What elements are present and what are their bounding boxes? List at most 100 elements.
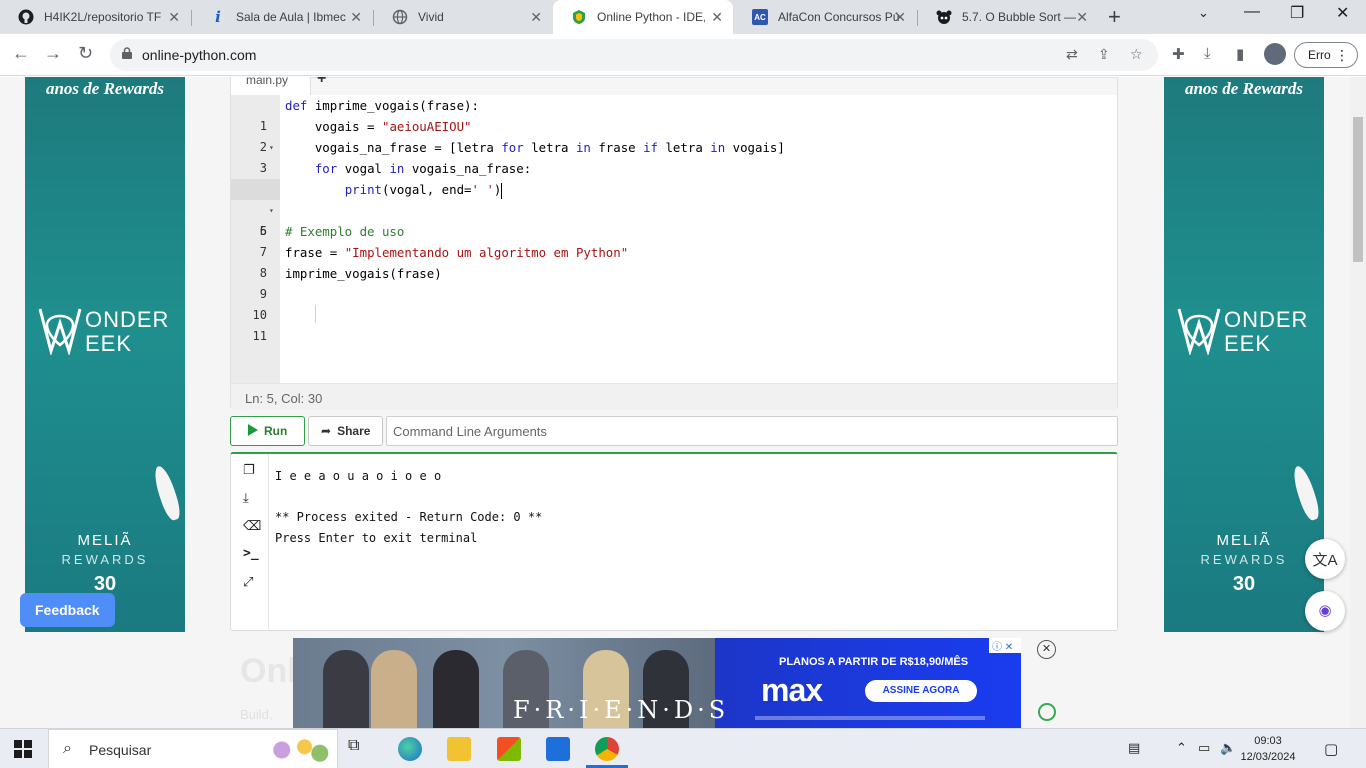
close-ad-icon[interactable]: ✕ [1037, 640, 1056, 659]
close-tab-icon[interactable]: ✕ [168, 9, 180, 26]
panda-icon [936, 9, 952, 25]
ad-person [323, 650, 369, 728]
profile-avatar[interactable] [1264, 43, 1286, 65]
translate-icon[interactable]: ⇄ [1066, 46, 1078, 63]
code-text: vogais_na_frase = [letra [285, 140, 502, 155]
side-panel-icon[interactable]: ▮ [1236, 45, 1244, 63]
task-view-icon[interactable]: ⧉ [348, 737, 372, 761]
boat-image [150, 463, 184, 523]
ad-person [371, 650, 417, 728]
close-tab-icon[interactable]: ✕ [894, 9, 906, 26]
network-icon[interactable]: ▭ [1198, 740, 1210, 756]
taskbar-search-box[interactable]: ⌕ Pesquisar [48, 729, 338, 768]
active-line-highlight [231, 179, 280, 200]
code-keyword: in [575, 140, 591, 155]
info-icon: i [215, 8, 221, 26]
clock-date: 12/03/2024 [1240, 751, 1296, 763]
expand-icon[interactable]: ⤢ [243, 574, 253, 590]
download-icon[interactable]: ⤓ [1204, 45, 1211, 62]
terminal-icon[interactable]: >_ [243, 546, 259, 561]
line-number: 7 [259, 245, 267, 259]
code-string: ' ' [471, 182, 494, 197]
reload-button[interactable]: ↻ [78, 43, 93, 64]
code-text: frase [590, 140, 644, 155]
code-line: 10 [253, 284, 1117, 322]
subscribe-button[interactable]: ASSINE AGORA [865, 680, 977, 702]
file-explorer-icon[interactable] [447, 737, 471, 761]
close-window-button[interactable]: ✕ [1336, 3, 1349, 23]
browser-tab-ibmec[interactable]: i Sala de Aula | Ibmec ✕ [192, 0, 372, 34]
chrome-icon[interactable] [595, 737, 619, 761]
volume-icon[interactable]: 🔈 [1220, 740, 1236, 756]
tab-search-icon[interactable]: ⌄ [1198, 5, 1209, 21]
ad-melia-text: MELIÃ [1216, 532, 1272, 549]
code-string: "aeiouAEIOU" [381, 119, 472, 134]
page-scrollbar[interactable] [1350, 77, 1366, 728]
ad-choices-icon[interactable]: ⓘ ✕ [989, 638, 1021, 653]
new-tab-button[interactable]: + [1108, 4, 1121, 30]
close-tab-icon[interactable]: ✕ [1076, 9, 1088, 26]
command-line-arguments-input[interactable]: Command Line Arguments [386, 416, 1118, 446]
code-text: imprime_vogais(frase): [307, 98, 479, 113]
browser-tab-github[interactable]: H4IK2L/repositorio TF ✕ [0, 0, 190, 34]
close-tab-icon[interactable]: ✕ [350, 9, 362, 26]
profile-error-button[interactable]: Erro ⋮ [1294, 42, 1358, 68]
translate-widget-icon[interactable]: 文A [1305, 539, 1345, 579]
scrollbar-thumb[interactable] [1353, 117, 1363, 262]
ad-years-badge: 30 [1232, 573, 1256, 595]
close-tab-icon[interactable]: ✕ [711, 9, 723, 26]
code-line: 3 vogais_na_frase = [letra for letra in … [260, 137, 1117, 175]
extensions-icon[interactable]: ✚ [1172, 45, 1185, 63]
close-tab-icon[interactable]: ✕ [530, 9, 542, 26]
maximize-button[interactable]: ❐ [1290, 3, 1304, 23]
show-hidden-icons[interactable]: ⌃ [1176, 740, 1187, 756]
side-ad-right[interactable]: anos de Rewards ONDER EEK MELIÃ REWARDS … [1164, 77, 1324, 632]
mail-icon[interactable] [546, 737, 570, 761]
fold-arrow-icon[interactable]: ▾ [269, 137, 274, 158]
bottom-banner-ad[interactable]: F·R·I·E·N·D·S PLANOS A PARTIR DE R$18,90… [293, 638, 1021, 728]
notifications-icon[interactable]: ▢ [1324, 740, 1338, 758]
browser-tab-alfacon[interactable]: AC AlfaCon Concursos Pú ✕ [734, 0, 916, 34]
code-keyword: def [285, 98, 308, 113]
code-text: frase = [285, 245, 345, 260]
ad-price-text: PLANOS A PARTIR DE R$18,90/MÊS [779, 656, 969, 668]
code-comment: # Exemplo de uso [285, 224, 405, 239]
store-icon[interactable] [497, 737, 521, 761]
fold-arrow-icon[interactable]: ▾ [269, 200, 274, 221]
bookmark-star-icon[interactable]: ☆ [1130, 46, 1143, 63]
address-bar[interactable]: online-python.com ⇄ ⇪ ☆ [110, 39, 1158, 71]
share-button[interactable]: ➦ Share [308, 416, 383, 446]
output-terminal[interactable]: ❐ ⤓ ⌫ >_ ⤢ I e e a o u a o i o e o ** Pro… [230, 452, 1118, 631]
browser-tab-vivid[interactable]: Vivid ✕ [374, 0, 552, 34]
text-cursor [501, 182, 503, 199]
back-button[interactable]: ← [12, 43, 30, 64]
taskbar-clock[interactable]: 09:03 12/03/2024 [1238, 733, 1298, 765]
download-output-icon[interactable]: ⤓ [243, 490, 249, 506]
code-line: 6 [260, 200, 1117, 238]
run-button[interactable]: Run [230, 416, 305, 446]
code-keyword: in [710, 140, 726, 155]
edge-icon[interactable] [398, 737, 422, 761]
assistant-widget-icon[interactable]: ◉ [1305, 591, 1345, 631]
feedback-button[interactable]: Feedback [20, 593, 115, 627]
wonder-week-logo: ONDER EEK [1176, 305, 1316, 357]
code-text-area[interactable]: 1 ▾ def imprime_vogais(frase): 2 vogais … [231, 95, 1117, 383]
eraser-icon[interactable]: ⌫ [243, 518, 261, 534]
code-line: 4 ▾ for vogal in vogais_na_frase: [260, 158, 1117, 215]
copy-icon[interactable]: ❐ [243, 462, 255, 478]
boat-image [1289, 463, 1323, 523]
side-ad-left[interactable]: anos de Rewards ONDER EEK MELIÃ REWARDS … [25, 77, 185, 632]
file-tab-main[interactable]: main.py [231, 77, 311, 95]
ad-rewards-text: anos de Rewards [45, 79, 165, 98]
tablet-mode-icon[interactable]: ▤ [1128, 740, 1140, 756]
minimize-button[interactable]: — [1244, 3, 1260, 21]
terminal-line: Press Enter to exit terminal [275, 530, 478, 545]
code-string: "Implementando um algoritmo em Python" [344, 245, 629, 260]
share-page-icon[interactable]: ⇪ [1098, 46, 1110, 63]
windows-taskbar: ⌕ Pesquisar ⧉ ▤ ⌃ ▭ 🔈 09:03 12/03/2024 ▢ [0, 728, 1366, 768]
windows-start-icon[interactable] [14, 740, 32, 758]
browser-tab-bubble-sort[interactable]: 5.7. O Bubble Sort — ✕ [918, 0, 1098, 34]
add-file-button[interactable]: + [317, 77, 326, 88]
browser-tab-online-python[interactable]: Online Python - IDE, E ✕ [553, 0, 733, 34]
forward-button[interactable]: → [44, 43, 62, 64]
